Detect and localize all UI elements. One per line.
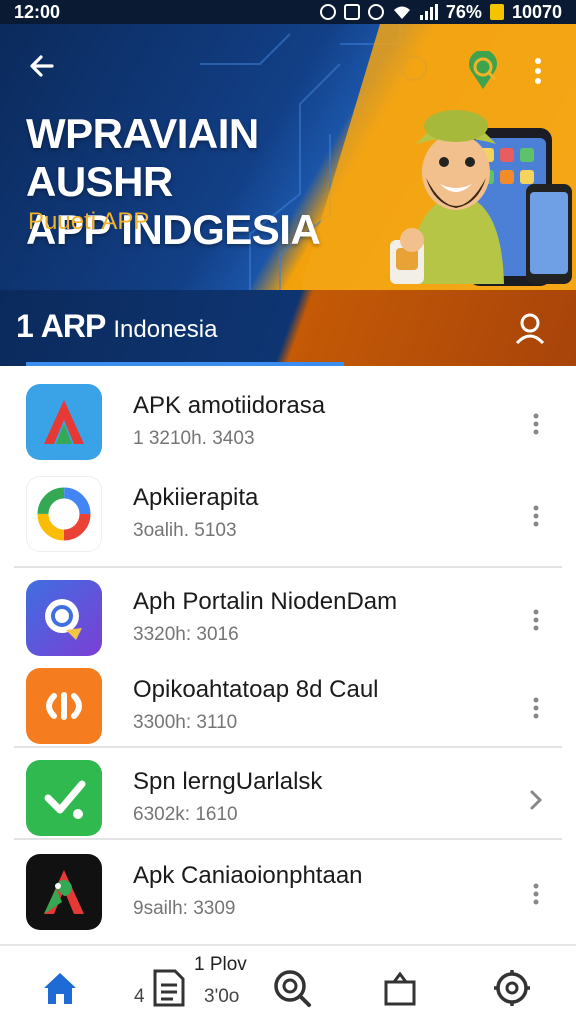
more-vert-icon[interactable] bbox=[520, 874, 552, 914]
google-ring-icon bbox=[26, 476, 102, 552]
category-tab-indicator bbox=[26, 362, 344, 366]
app-name: Spn lerngUarlalsk bbox=[133, 768, 323, 795]
category-strong-label: ARP bbox=[40, 308, 107, 344]
home-icon bbox=[44, 973, 76, 1004]
adobe-a-icon bbox=[26, 384, 102, 460]
status-icons: 76% 10070 bbox=[319, 1, 562, 23]
title-line-1: WPRAVIAIN AUSHR bbox=[26, 110, 259, 205]
list-item[interactable]: APK amotiidorasa 1 3210h. 3403 bbox=[0, 370, 576, 462]
scan-icon bbox=[26, 668, 102, 744]
status-time: 12:00 bbox=[14, 1, 61, 22]
status-extra: 10070 bbox=[511, 1, 562, 22]
header-banner: WPRAVIAIN AUSHR APP INDGESIA Puueti APP bbox=[0, 24, 576, 290]
app-meta: 1 3210h. 3403 bbox=[133, 428, 255, 449]
wifi-icon bbox=[393, 6, 410, 19]
maps-icon bbox=[26, 854, 102, 930]
sync-icon bbox=[367, 4, 384, 20]
chevron-right-icon[interactable] bbox=[520, 780, 552, 820]
more-vert-icon[interactable] bbox=[520, 688, 552, 728]
back-button[interactable] bbox=[22, 46, 62, 86]
app-meta: 3oalih. 5103 bbox=[133, 520, 237, 541]
gear-icon bbox=[494, 970, 530, 1006]
nav-caption-top: 1 Plov bbox=[194, 954, 247, 975]
mute-icon bbox=[343, 4, 360, 20]
category-tab[interactable]: 1 ARP Indonesia bbox=[16, 308, 217, 345]
user-icon bbox=[515, 313, 545, 345]
search-icon bbox=[274, 970, 311, 1007]
nav-settings[interactable] bbox=[482, 958, 542, 1018]
page-subtitle: Puueti APP bbox=[28, 208, 150, 235]
shopping-bag-icon bbox=[384, 971, 416, 1006]
app-meta: 3300h: 3110 bbox=[133, 712, 238, 733]
list-item[interactable]: Spn lerngUarlalsk 6302k: 1610 bbox=[0, 746, 576, 838]
app-name: Apkiierapita bbox=[133, 484, 259, 511]
mascot-illustration bbox=[390, 110, 572, 286]
list-item[interactable]: Apk Caniaoionphtaan 9sailh: 3309 bbox=[0, 840, 576, 932]
nav-caption-bottom: 3'0o bbox=[204, 986, 240, 1007]
app-name: APK amotiidorasa bbox=[133, 392, 326, 419]
app-name: Aph Portalin NiodenDam bbox=[133, 588, 398, 615]
alarm-icon bbox=[319, 4, 336, 20]
app-meta: 3320h: 3016 bbox=[133, 624, 239, 645]
more-vert-icon[interactable] bbox=[520, 404, 552, 444]
profile-button[interactable] bbox=[510, 308, 550, 348]
app-name: Opikoahtatoap 8d Caul bbox=[133, 676, 379, 703]
battery-percent: 76% bbox=[445, 1, 482, 22]
nav-search[interactable] bbox=[262, 958, 322, 1018]
status-bar: 12:00 76% 10070 bbox=[0, 0, 576, 24]
bottom-navigation: 4 1 Plov 3'0o bbox=[0, 944, 576, 1024]
check-icon bbox=[26, 760, 102, 836]
more-vert-icon[interactable] bbox=[520, 600, 552, 640]
nav-store[interactable] bbox=[370, 958, 430, 1018]
app-meta: 6302k: 1610 bbox=[133, 804, 238, 825]
signal-icon bbox=[419, 4, 438, 20]
category-light-label: Indonesia bbox=[113, 316, 218, 343]
more-vert-icon[interactable] bbox=[520, 496, 552, 536]
app-meta: 9sailh: 3309 bbox=[133, 898, 236, 919]
battery-icon bbox=[489, 4, 504, 20]
list-item[interactable]: Apkiierapita 3oalih. 5103 bbox=[0, 462, 576, 554]
nav-home[interactable] bbox=[30, 958, 90, 1018]
category-bar: 1 ARP Indonesia bbox=[0, 290, 576, 366]
app-name: Apk Caniaoionphtaan bbox=[133, 862, 363, 889]
category-number: 1 bbox=[16, 308, 34, 344]
document-icon bbox=[153, 969, 185, 1007]
nav-documents[interactable] bbox=[138, 958, 198, 1018]
list-item[interactable]: Opikoahtatoap 8d Caul 3300h: 3110 bbox=[0, 654, 576, 746]
list-item[interactable]: Aph Portalin NiodenDam 3320h: 3016 bbox=[0, 566, 576, 658]
arrow-left-icon bbox=[30, 55, 54, 77]
chat-bubble-icon bbox=[26, 580, 102, 656]
